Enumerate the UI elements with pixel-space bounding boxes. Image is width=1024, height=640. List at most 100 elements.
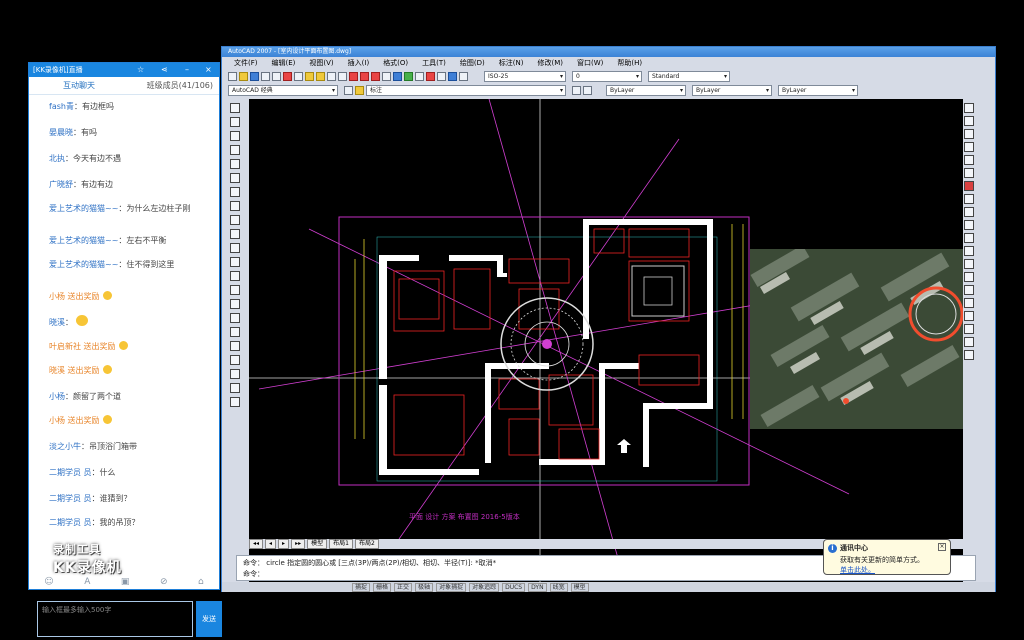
send-button[interactable]: 发送	[196, 601, 222, 637]
rotate-icon[interactable]	[964, 181, 974, 191]
match-layer-icon[interactable]	[230, 383, 240, 393]
print-icon[interactable]	[261, 71, 270, 81]
pan-icon[interactable]	[349, 71, 358, 81]
arc-icon[interactable]	[230, 173, 240, 183]
menu-item[interactable]: 视图(V)	[309, 57, 333, 69]
fillet-icon[interactable]	[964, 285, 974, 295]
font-icon[interactable]: A	[84, 577, 90, 591]
menu-item[interactable]: 文件(F)	[234, 57, 258, 69]
share-icon[interactable]: ⋖	[161, 63, 168, 77]
paste-icon[interactable]	[305, 71, 314, 81]
chat-sender[interactable]: 二期学员 员	[49, 468, 92, 477]
status-toggle[interactable]: 对象追踪	[469, 582, 500, 592]
copy-object-icon[interactable]	[964, 116, 974, 126]
array-icon[interactable]	[964, 155, 974, 165]
chat-sender[interactable]: 爱上艺术的猫猫~~	[49, 204, 118, 213]
open-icon[interactable]	[239, 71, 248, 81]
drawing-canvas[interactable]: 平面 设计 方案 布置图 2016-5版本	[249, 99, 963, 587]
tab-nav-icon[interactable]: ◂	[265, 539, 277, 549]
image-icon[interactable]: ▣	[121, 577, 130, 591]
table-icon[interactable]	[230, 341, 240, 351]
menu-item[interactable]: 编辑(E)	[272, 57, 296, 69]
tab-interact-chat[interactable]: 互动聊天	[63, 80, 95, 91]
workspace-select[interactable]: AutoCAD 经典	[228, 84, 338, 96]
layout-tab[interactable]: 布局2	[354, 539, 379, 549]
tab-nav-icon[interactable]: ◂◂	[249, 539, 264, 549]
menu-item[interactable]: 格式(O)	[383, 57, 408, 69]
markup-icon[interactable]	[437, 71, 446, 81]
trim-icon[interactable]	[964, 220, 974, 230]
minimize-icon[interactable]: –	[185, 63, 189, 77]
menu-item[interactable]: 工具(T)	[422, 57, 446, 69]
stretch-icon[interactable]	[964, 207, 974, 217]
layout-tab[interactable]: 模型	[307, 539, 328, 549]
spline-icon[interactable]	[230, 215, 240, 225]
zoom-realtime-icon[interactable]	[360, 71, 369, 81]
status-toggle[interactable]: 线宽	[549, 582, 568, 592]
layer-tool-icon[interactable]	[230, 369, 240, 379]
status-toggle[interactable]: 栅格	[373, 582, 392, 592]
tool-palettes-icon[interactable]	[415, 71, 424, 81]
calculator-icon[interactable]	[448, 71, 457, 81]
current-layer-select[interactable]: 标注	[366, 84, 566, 96]
line-icon[interactable]	[230, 103, 240, 113]
point-icon[interactable]	[230, 285, 240, 295]
layer-previous-icon[interactable]	[583, 85, 592, 95]
preview-icon[interactable]	[272, 71, 281, 81]
menu-item[interactable]: 帮助(H)	[617, 57, 642, 69]
mtext-icon[interactable]	[230, 355, 240, 365]
close-balloon-icon[interactable]: ×	[938, 543, 946, 551]
move-icon[interactable]	[964, 168, 974, 178]
tab-nav-icon[interactable]: ▸	[278, 539, 290, 549]
status-toggle[interactable]: 捕捉	[352, 582, 371, 592]
isolate-icon[interactable]	[230, 397, 240, 407]
help-icon[interactable]	[459, 71, 468, 81]
status-toggle[interactable]: 正交	[394, 582, 413, 592]
text-style-select[interactable]: Standard	[648, 70, 730, 82]
erase-icon[interactable]	[964, 103, 974, 113]
xline-icon[interactable]	[230, 117, 240, 127]
tab-nav-icon[interactable]: ▸▸	[291, 539, 306, 549]
chat-sender[interactable]: 广晓舒	[49, 180, 73, 189]
chat-sender[interactable]: 淡之小牛	[49, 442, 81, 451]
dim-linear-icon[interactable]	[964, 311, 974, 321]
insert-block-icon[interactable]	[230, 257, 240, 267]
layer-state-icon[interactable]	[355, 85, 364, 95]
menu-item[interactable]: 插入(I)	[348, 57, 370, 69]
menu-item[interactable]: 绘图(D)	[460, 57, 485, 69]
break-icon[interactable]	[964, 246, 974, 256]
layer-manager-icon[interactable]	[344, 85, 353, 95]
cad-titlebar[interactable]: AutoCAD 2007 - [室内设计平面布置图.dwg]	[222, 47, 995, 57]
lineweight-select[interactable]: ByLayer	[778, 84, 858, 96]
menu-item[interactable]: 窗口(W)	[577, 57, 603, 69]
balloon-link[interactable]: 单击此处。	[840, 565, 944, 575]
make-block-icon[interactable]	[230, 271, 240, 281]
communication-center-balloon[interactable]: i × 通讯中心 获取有关更新的简单方式。 单击此处。	[823, 539, 951, 575]
close-icon[interactable]: ×	[205, 63, 212, 77]
polygon-icon[interactable]	[230, 145, 240, 155]
hatch-icon[interactable]	[230, 299, 240, 309]
revcloud-icon[interactable]	[230, 201, 240, 211]
scale-icon[interactable]	[964, 194, 974, 204]
chat-sender[interactable]: 晓溪	[49, 318, 65, 327]
smile-icon[interactable]: ☺	[44, 577, 53, 591]
ellipse-icon[interactable]	[230, 229, 240, 239]
chat-sender[interactable]: 北执	[49, 154, 65, 163]
menu-item[interactable]: 标注(N)	[499, 57, 524, 69]
status-toggle[interactable]: 极轴	[415, 582, 434, 592]
chat-sender[interactable]: 小杨	[49, 392, 65, 401]
chat-sender[interactable]: 晏晨晓	[49, 128, 73, 137]
sheet-set-icon[interactable]	[426, 71, 435, 81]
chat-sender[interactable]: 二期学员 员	[49, 518, 92, 527]
linetype-select[interactable]: ByLayer	[692, 84, 772, 96]
gradient-icon[interactable]	[230, 313, 240, 323]
status-toggle[interactable]: 模型	[570, 582, 589, 592]
undo-icon[interactable]	[327, 71, 336, 81]
extend-icon[interactable]	[964, 233, 974, 243]
cut-icon[interactable]	[283, 71, 292, 81]
chat-sender[interactable]: fash青	[49, 102, 74, 111]
tab-class-members[interactable]: 班级成员(41/106)	[147, 80, 213, 91]
redo-icon[interactable]	[338, 71, 347, 81]
gift-icon[interactable]: ⌂	[198, 577, 204, 591]
dim-angle-icon[interactable]	[964, 350, 974, 360]
